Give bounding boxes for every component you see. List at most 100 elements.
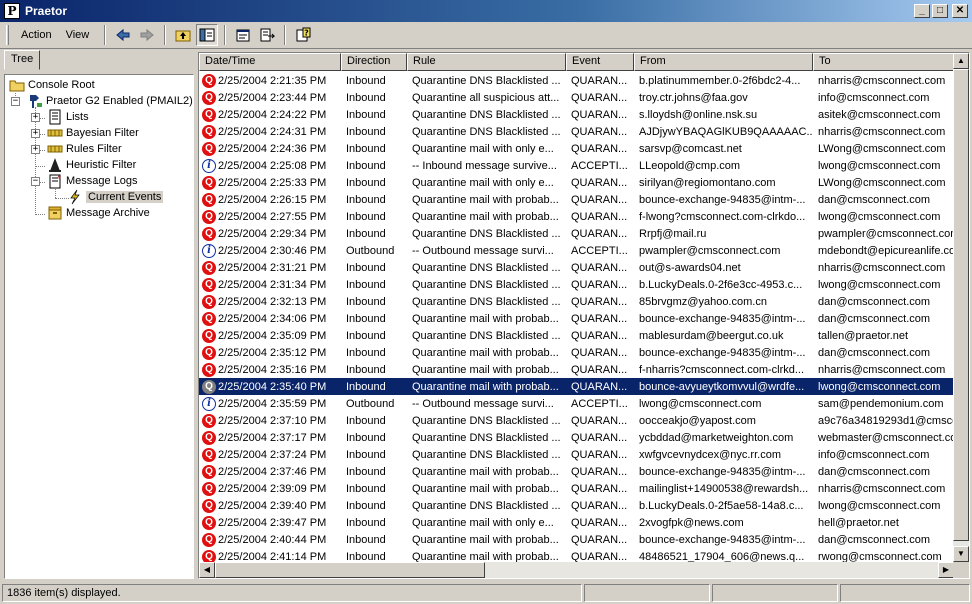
table-row[interactable]: Q 2/25/2004 2:35:12 PM Inbound Quarantine m… — [199, 344, 954, 361]
expand-toggle[interactable]: + — [31, 113, 40, 122]
table-row[interactable]: Q 2/25/2004 2:24:31 PM Inbound Quarantine D… — [199, 123, 954, 140]
event-cell: QUARAN... — [571, 363, 628, 376]
vertical-scroll-thumb[interactable] — [953, 69, 969, 541]
column-header-rule[interactable]: Rule — [407, 53, 566, 71]
event-cell: QUARAN... — [571, 482, 628, 495]
date-text: 2/25/2004 2:35:12 PM — [218, 346, 327, 359]
toolbar-separator — [104, 25, 107, 45]
column-header-event[interactable]: Event — [566, 53, 634, 71]
quarantine-event-icon: Q — [202, 311, 216, 326]
table-row[interactable]: Q 2/25/2004 2:26:15 PM Inbound Quarantine m… — [199, 191, 954, 208]
back-button[interactable] — [112, 24, 134, 46]
table-row[interactable]: Q 2/25/2004 2:37:17 PM Inbound Quarantine D… — [199, 429, 954, 446]
close-button[interactable]: ✕ — [952, 4, 968, 18]
to-cell: nharris@cmsconnect.com — [818, 261, 946, 274]
table-row[interactable]: Q 2/25/2004 2:35:40 PM Inbound Quarantine m… — [199, 378, 954, 395]
rule-cell: -- Inbound message survive... — [412, 159, 557, 172]
table-row[interactable]: Q 2/25/2004 2:31:34 PM Inbound Quarantine D… — [199, 276, 954, 293]
table-row[interactable]: Q 2/25/2004 2:25:33 PM Inbound Quarantine m… — [199, 174, 954, 191]
table-row[interactable]: Q 2/25/2004 2:37:10 PM Inbound Quarantine D… — [199, 412, 954, 429]
table-row[interactable]: Q 2/25/2004 2:32:13 PM Inbound Quarantine D… — [199, 293, 954, 310]
column-header-to[interactable]: To — [813, 53, 954, 71]
event-cell: QUARAN... — [571, 465, 628, 478]
date-text: 2/25/2004 2:39:09 PM — [218, 482, 327, 495]
scroll-up-button[interactable]: ▲ — [953, 53, 969, 69]
tree-item-bayesian-filter[interactable]: Bayesian Filter — [47, 125, 139, 141]
table-row[interactable]: Q 2/25/2004 2:29:34 PM Inbound Quarantine D… — [199, 225, 954, 242]
export-list-button[interactable] — [256, 24, 278, 46]
table-row[interactable]: Q 2/25/2004 2:24:22 PM Inbound Quarantine D… — [199, 106, 954, 123]
view-menu[interactable]: View — [59, 26, 97, 44]
quarantine-event-icon: Q — [202, 328, 216, 343]
table-row[interactable]: i 2/25/2004 2:25:08 PM Inbound -- Inbound m… — [199, 157, 954, 174]
table-row[interactable]: i 2/25/2004 2:35:59 PM Outbound -- Outbound… — [199, 395, 954, 412]
forward-button[interactable] — [136, 24, 158, 46]
horizontal-scrollbar[interactable]: ◀ ▶ — [199, 562, 954, 578]
tree-item-heuristic-filter[interactable]: Heuristic Filter — [47, 157, 136, 173]
table-row[interactable]: Q 2/25/2004 2:39:47 PM Inbound Quarantine m… — [199, 514, 954, 531]
column-header-from[interactable]: From — [634, 53, 813, 71]
rule-cell: Quarantine mail with probab... — [412, 312, 559, 325]
table-row[interactable]: Q 2/25/2004 2:39:09 PM Inbound Quarantine m… — [199, 480, 954, 497]
tree-item-console-root[interactable]: Console Root — [9, 77, 95, 93]
table-row[interactable]: Q 2/25/2004 2:31:21 PM Inbound Quarantine D… — [199, 259, 954, 276]
up-one-level-button[interactable] — [172, 24, 194, 46]
event-cell: QUARAN... — [571, 448, 628, 461]
event-cell: QUARAN... — [571, 142, 628, 155]
rule-cell: Quarantine mail with probab... — [412, 380, 559, 393]
maximize-button[interactable]: □ — [932, 4, 948, 18]
scroll-right-button[interactable]: ▶ — [938, 562, 954, 578]
event-cell: QUARAN... — [571, 346, 628, 359]
collapse-toggle[interactable]: − — [11, 97, 20, 106]
table-row[interactable]: Q 2/25/2004 2:41:14 PM Inbound Quarantine m… — [199, 548, 954, 562]
table-row[interactable]: Q 2/25/2004 2:35:09 PM Inbound Quarantine D… — [199, 327, 954, 344]
from-cell: mailinglist+14900538@rewardsh... — [639, 482, 809, 495]
column-header-direction[interactable]: Direction — [341, 53, 407, 71]
date-cell: Q 2/25/2004 2:39:40 PM — [199, 498, 341, 513]
tree-item-message-logs[interactable]: Message Logs — [47, 173, 138, 189]
from-cell: bounce-exchange-94835@intm-... — [639, 465, 806, 478]
table-row[interactable]: Q 2/25/2004 2:37:46 PM Inbound Quarantine m… — [199, 463, 954, 480]
date-cell: Q 2/25/2004 2:24:22 PM — [199, 107, 341, 122]
table-row[interactable]: Q 2/25/2004 2:23:44 PM Inbound Quarantine a… — [199, 89, 954, 106]
filter-icon — [47, 141, 63, 157]
vertical-scrollbar[interactable]: ▲ ▼ — [953, 53, 969, 562]
scroll-down-button[interactable]: ▼ — [953, 546, 969, 562]
expand-toggle[interactable]: + — [31, 129, 40, 138]
quarantine-event-icon: Q — [202, 124, 216, 139]
collapse-toggle[interactable]: − — [31, 177, 40, 186]
tree-item-lists[interactable]: Lists — [47, 109, 89, 125]
table-row[interactable]: Q 2/25/2004 2:21:35 PM Inbound Quarantine D… — [199, 72, 954, 89]
table-row[interactable]: i 2/25/2004 2:30:46 PM Outbound -- Outbound… — [199, 242, 954, 259]
tree-item-message-archive[interactable]: Message Archive — [47, 205, 150, 221]
table-row[interactable]: Q 2/25/2004 2:37:24 PM Inbound Quarantine D… — [199, 446, 954, 463]
tab-tree[interactable]: Tree — [4, 50, 41, 70]
date-cell: Q 2/25/2004 2:37:17 PM — [199, 430, 341, 445]
action-menu[interactable]: Action — [14, 26, 59, 44]
table-row[interactable]: Q 2/25/2004 2:24:36 PM Inbound Quarantine m… — [199, 140, 954, 157]
table-row[interactable]: Q 2/25/2004 2:27:55 PM Inbound Quarantine m… — [199, 208, 954, 225]
scroll-left-button[interactable]: ◀ — [199, 562, 215, 578]
date-cell: i 2/25/2004 2:30:46 PM — [199, 243, 341, 258]
from-cell: sirilyan@regiomontano.com — [639, 176, 776, 189]
show-hide-tree-button[interactable] — [196, 24, 219, 46]
help-button[interactable]: ? — [292, 24, 314, 46]
list-header: Date/Time Direction Rule Event From To — [199, 53, 954, 71]
tree-item-rules-filter[interactable]: Rules Filter — [47, 141, 122, 157]
expand-toggle[interactable]: + — [31, 145, 40, 154]
event-cell: QUARAN... — [571, 380, 628, 393]
tree-item-praetor-server[interactable]: Praetor G2 Enabled (PMAIL2) — [27, 93, 193, 109]
horizontal-scroll-thumb[interactable] — [215, 562, 485, 578]
date-cell: Q 2/25/2004 2:29:34 PM — [199, 226, 341, 241]
direction-cell: Inbound — [346, 278, 386, 291]
quarantine-event-icon: Q — [202, 277, 216, 292]
properties-button[interactable] — [232, 24, 254, 46]
event-cell: ACCEPTI... — [571, 244, 628, 257]
table-row[interactable]: Q 2/25/2004 2:40:44 PM Inbound Quarantine m… — [199, 531, 954, 548]
column-header-date[interactable]: Date/Time — [199, 53, 341, 71]
minimize-button[interactable]: _ — [914, 4, 930, 18]
table-row[interactable]: Q 2/25/2004 2:34:06 PM Inbound Quarantine m… — [199, 310, 954, 327]
table-row[interactable]: Q 2/25/2004 2:35:16 PM Inbound Quarantine m… — [199, 361, 954, 378]
table-row[interactable]: Q 2/25/2004 2:39:40 PM Inbound Quarantine D… — [199, 497, 954, 514]
tree-item-current-events[interactable]: Current Events — [67, 189, 164, 205]
